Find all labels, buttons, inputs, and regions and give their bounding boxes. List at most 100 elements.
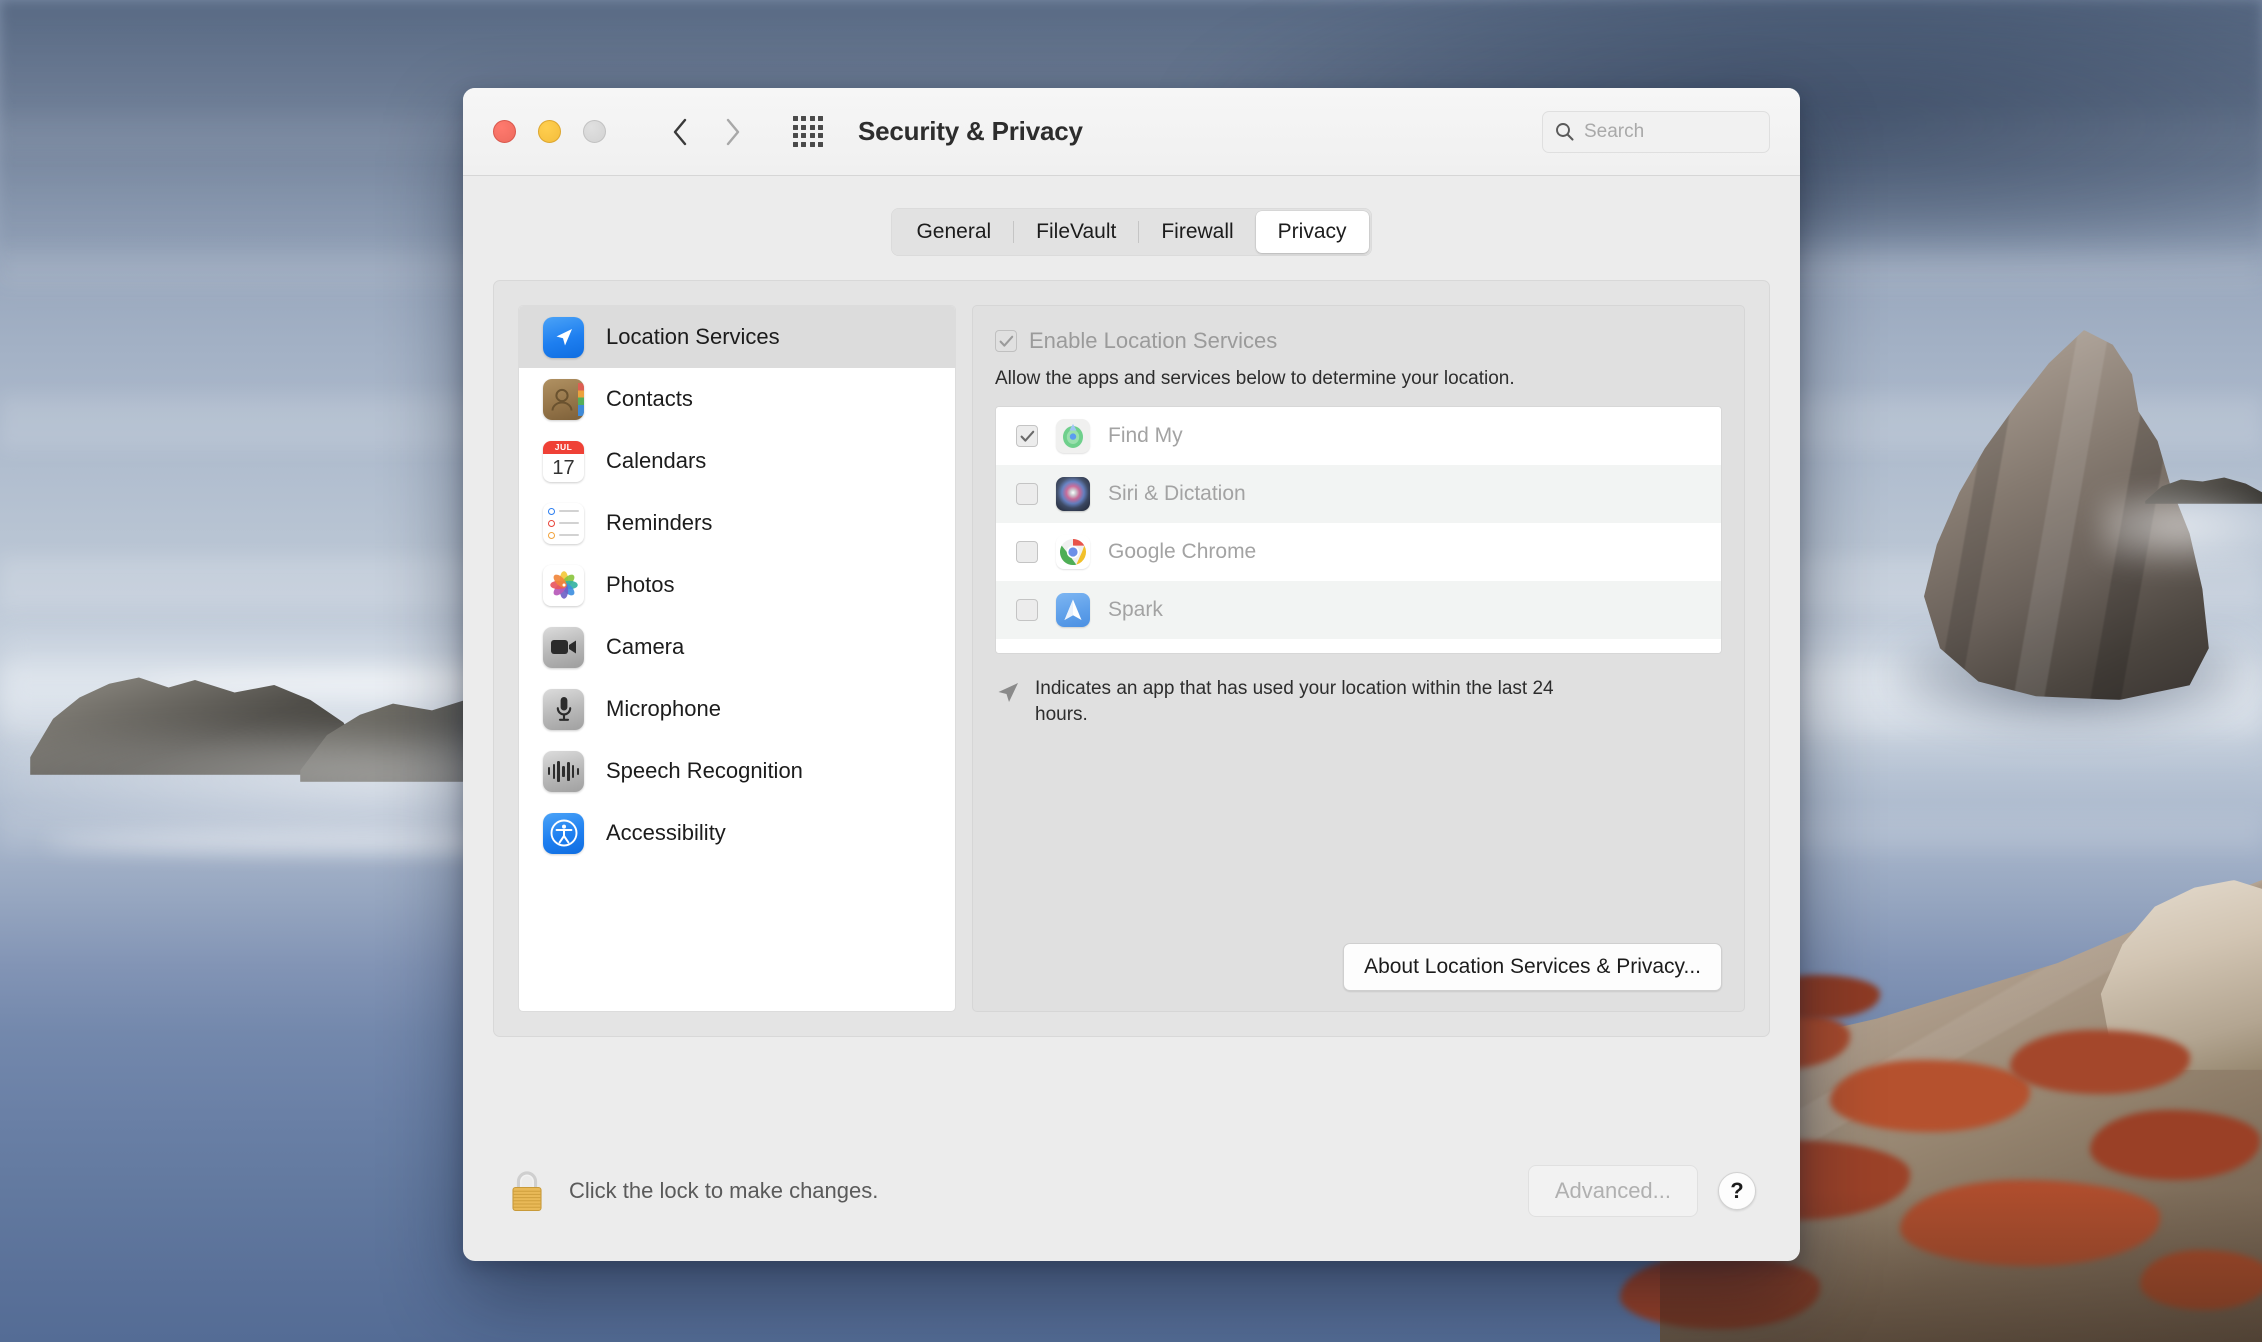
search-input[interactable]	[1584, 121, 1757, 143]
traffic-light-buttons	[493, 120, 606, 143]
allow-description: Allow the apps and services below to det…	[995, 368, 1722, 390]
calendars-icon: JUL 17	[543, 441, 584, 482]
app-checkbox[interactable]	[1016, 541, 1038, 563]
lock-message: Click the lock to make changes.	[569, 1178, 878, 1204]
bottom-bar-actions: Advanced... ?	[1528, 1165, 1756, 1217]
forward-button[interactable]	[710, 110, 754, 154]
back-button[interactable]	[658, 110, 702, 154]
sidebar-item-label: Accessibility	[606, 820, 726, 846]
camera-icon	[543, 627, 584, 668]
sidebar-item-label: Reminders	[606, 510, 712, 536]
photos-pinwheel-glyph	[548, 569, 580, 601]
window-bottom-bar: Click the lock to make changes. Advanced…	[463, 1121, 1800, 1261]
minimize-button-icon[interactable]	[538, 120, 561, 143]
tab-firewall[interactable]: Firewall	[1139, 211, 1255, 253]
enable-location-services-checkbox[interactable]	[995, 330, 1017, 352]
chrome-logo-glyph	[1058, 537, 1088, 567]
navigation-buttons	[658, 110, 754, 154]
window-titlebar: Security & Privacy	[463, 88, 1800, 176]
sidebar-item-label: Camera	[606, 634, 684, 660]
wallpaper-foam	[2100, 490, 2262, 570]
checkmark-icon	[1020, 430, 1035, 443]
contacts-person-glyph	[543, 379, 584, 420]
tab-general[interactable]: General	[894, 211, 1013, 253]
close-button-icon[interactable]	[493, 120, 516, 143]
tab-filevault[interactable]: FileVault	[1014, 211, 1138, 253]
list-item[interactable]: Find My	[996, 407, 1721, 465]
sidebar-item-calendars[interactable]: JUL 17 Calendars	[519, 430, 955, 492]
list-item[interactable]: Google Chrome	[996, 523, 1721, 581]
enable-location-services-label: Enable Location Services	[1029, 328, 1277, 354]
location-services-detail: Enable Location Services Allow the apps …	[972, 305, 1745, 1012]
google-chrome-icon	[1056, 535, 1090, 569]
spark-arrow-glyph	[1062, 598, 1084, 622]
app-checkbox[interactable]	[1016, 483, 1038, 505]
tab-group: General FileVault Firewall Privacy	[891, 208, 1371, 256]
show-all-button[interactable]	[786, 110, 830, 154]
siri-icon	[1056, 477, 1090, 511]
list-item-partial[interactable]	[996, 639, 1721, 654]
app-checkbox[interactable]	[1016, 599, 1038, 621]
search-field[interactable]	[1542, 111, 1770, 153]
privacy-category-list: Location Services Contacts	[518, 305, 956, 1012]
accessibility-person-glyph	[548, 817, 580, 849]
sidebar-item-label: Speech Recognition	[606, 758, 803, 784]
find-my-icon	[1056, 419, 1090, 453]
sidebar-item-location-services[interactable]: Location Services	[519, 306, 955, 368]
microphone-icon	[543, 689, 584, 730]
sidebar-item-microphone[interactable]: Microphone	[519, 678, 955, 740]
about-location-services-privacy-button[interactable]: About Location Services & Privacy...	[1343, 943, 1722, 991]
location-services-icon	[543, 317, 584, 358]
find-my-radar-glyph	[1059, 422, 1087, 450]
app-label: Find My	[1108, 424, 1183, 448]
sidebar-item-label: Contacts	[606, 386, 693, 412]
enable-location-services-row[interactable]: Enable Location Services	[995, 328, 1722, 354]
sidebar-item-speech-recognition[interactable]: Speech Recognition	[519, 740, 955, 802]
tab-bar: General FileVault Firewall Privacy	[493, 208, 1770, 256]
footnote-row: Indicates an app that has used your loca…	[995, 676, 1722, 727]
tab-privacy[interactable]: Privacy	[1256, 211, 1369, 253]
sidebar-item-accessibility[interactable]: Accessibility	[519, 802, 955, 864]
speech-recognition-icon	[543, 751, 584, 792]
app-checkbox[interactable]	[1016, 425, 1038, 447]
location-arrow-icon	[995, 679, 1021, 705]
help-button[interactable]: ?	[1718, 1172, 1756, 1210]
checkmark-icon	[999, 335, 1014, 348]
reminders-icon	[543, 503, 584, 544]
location-app-list[interactable]: Find My Siri & Dictation	[995, 406, 1722, 654]
sidebar-item-label: Location Services	[606, 324, 780, 350]
search-icon	[1555, 122, 1574, 141]
window-content: General FileVault Firewall Privacy	[463, 176, 1800, 1037]
contacts-icon	[543, 379, 584, 420]
zoom-button-icon[interactable]	[583, 120, 606, 143]
accessibility-icon	[543, 813, 584, 854]
sidebar-item-reminders[interactable]: Reminders	[519, 492, 955, 554]
list-item[interactable]: Siri & Dictation	[996, 465, 1721, 523]
chevron-right-icon	[724, 117, 741, 147]
sidebar-item-label: Calendars	[606, 448, 706, 474]
calendar-day: 17	[543, 454, 584, 482]
video-camera-glyph	[550, 637, 578, 657]
locked-padlock-icon	[507, 1168, 547, 1214]
lock-button[interactable]: Click the lock to make changes.	[507, 1168, 878, 1214]
sidebar-item-photos[interactable]: Photos	[519, 554, 955, 616]
privacy-panel: Location Services Contacts	[493, 280, 1770, 1037]
sidebar-item-label: Photos	[606, 572, 675, 598]
photos-icon	[543, 565, 584, 606]
list-item[interactable]: Spark	[996, 581, 1721, 639]
location-arrow-glyph	[551, 325, 576, 350]
show-all-grid-icon	[793, 116, 824, 147]
chevron-left-icon	[672, 117, 689, 147]
spark-icon	[1056, 593, 1090, 627]
page-title: Security & Privacy	[858, 116, 1083, 147]
sidebar-item-camera[interactable]: Camera	[519, 616, 955, 678]
system-preferences-window: Security & Privacy General FileVault Fir…	[463, 88, 1800, 1261]
sidebar-item-contacts[interactable]: Contacts	[519, 368, 955, 430]
app-label: Siri & Dictation	[1108, 482, 1246, 506]
app-label: Google Chrome	[1108, 540, 1256, 564]
microphone-glyph	[554, 695, 574, 723]
footnote-text: Indicates an app that has used your loca…	[1035, 676, 1575, 727]
sidebar-item-label: Microphone	[606, 696, 721, 722]
calendar-month: JUL	[543, 441, 584, 454]
advanced-button[interactable]: Advanced...	[1528, 1165, 1698, 1217]
